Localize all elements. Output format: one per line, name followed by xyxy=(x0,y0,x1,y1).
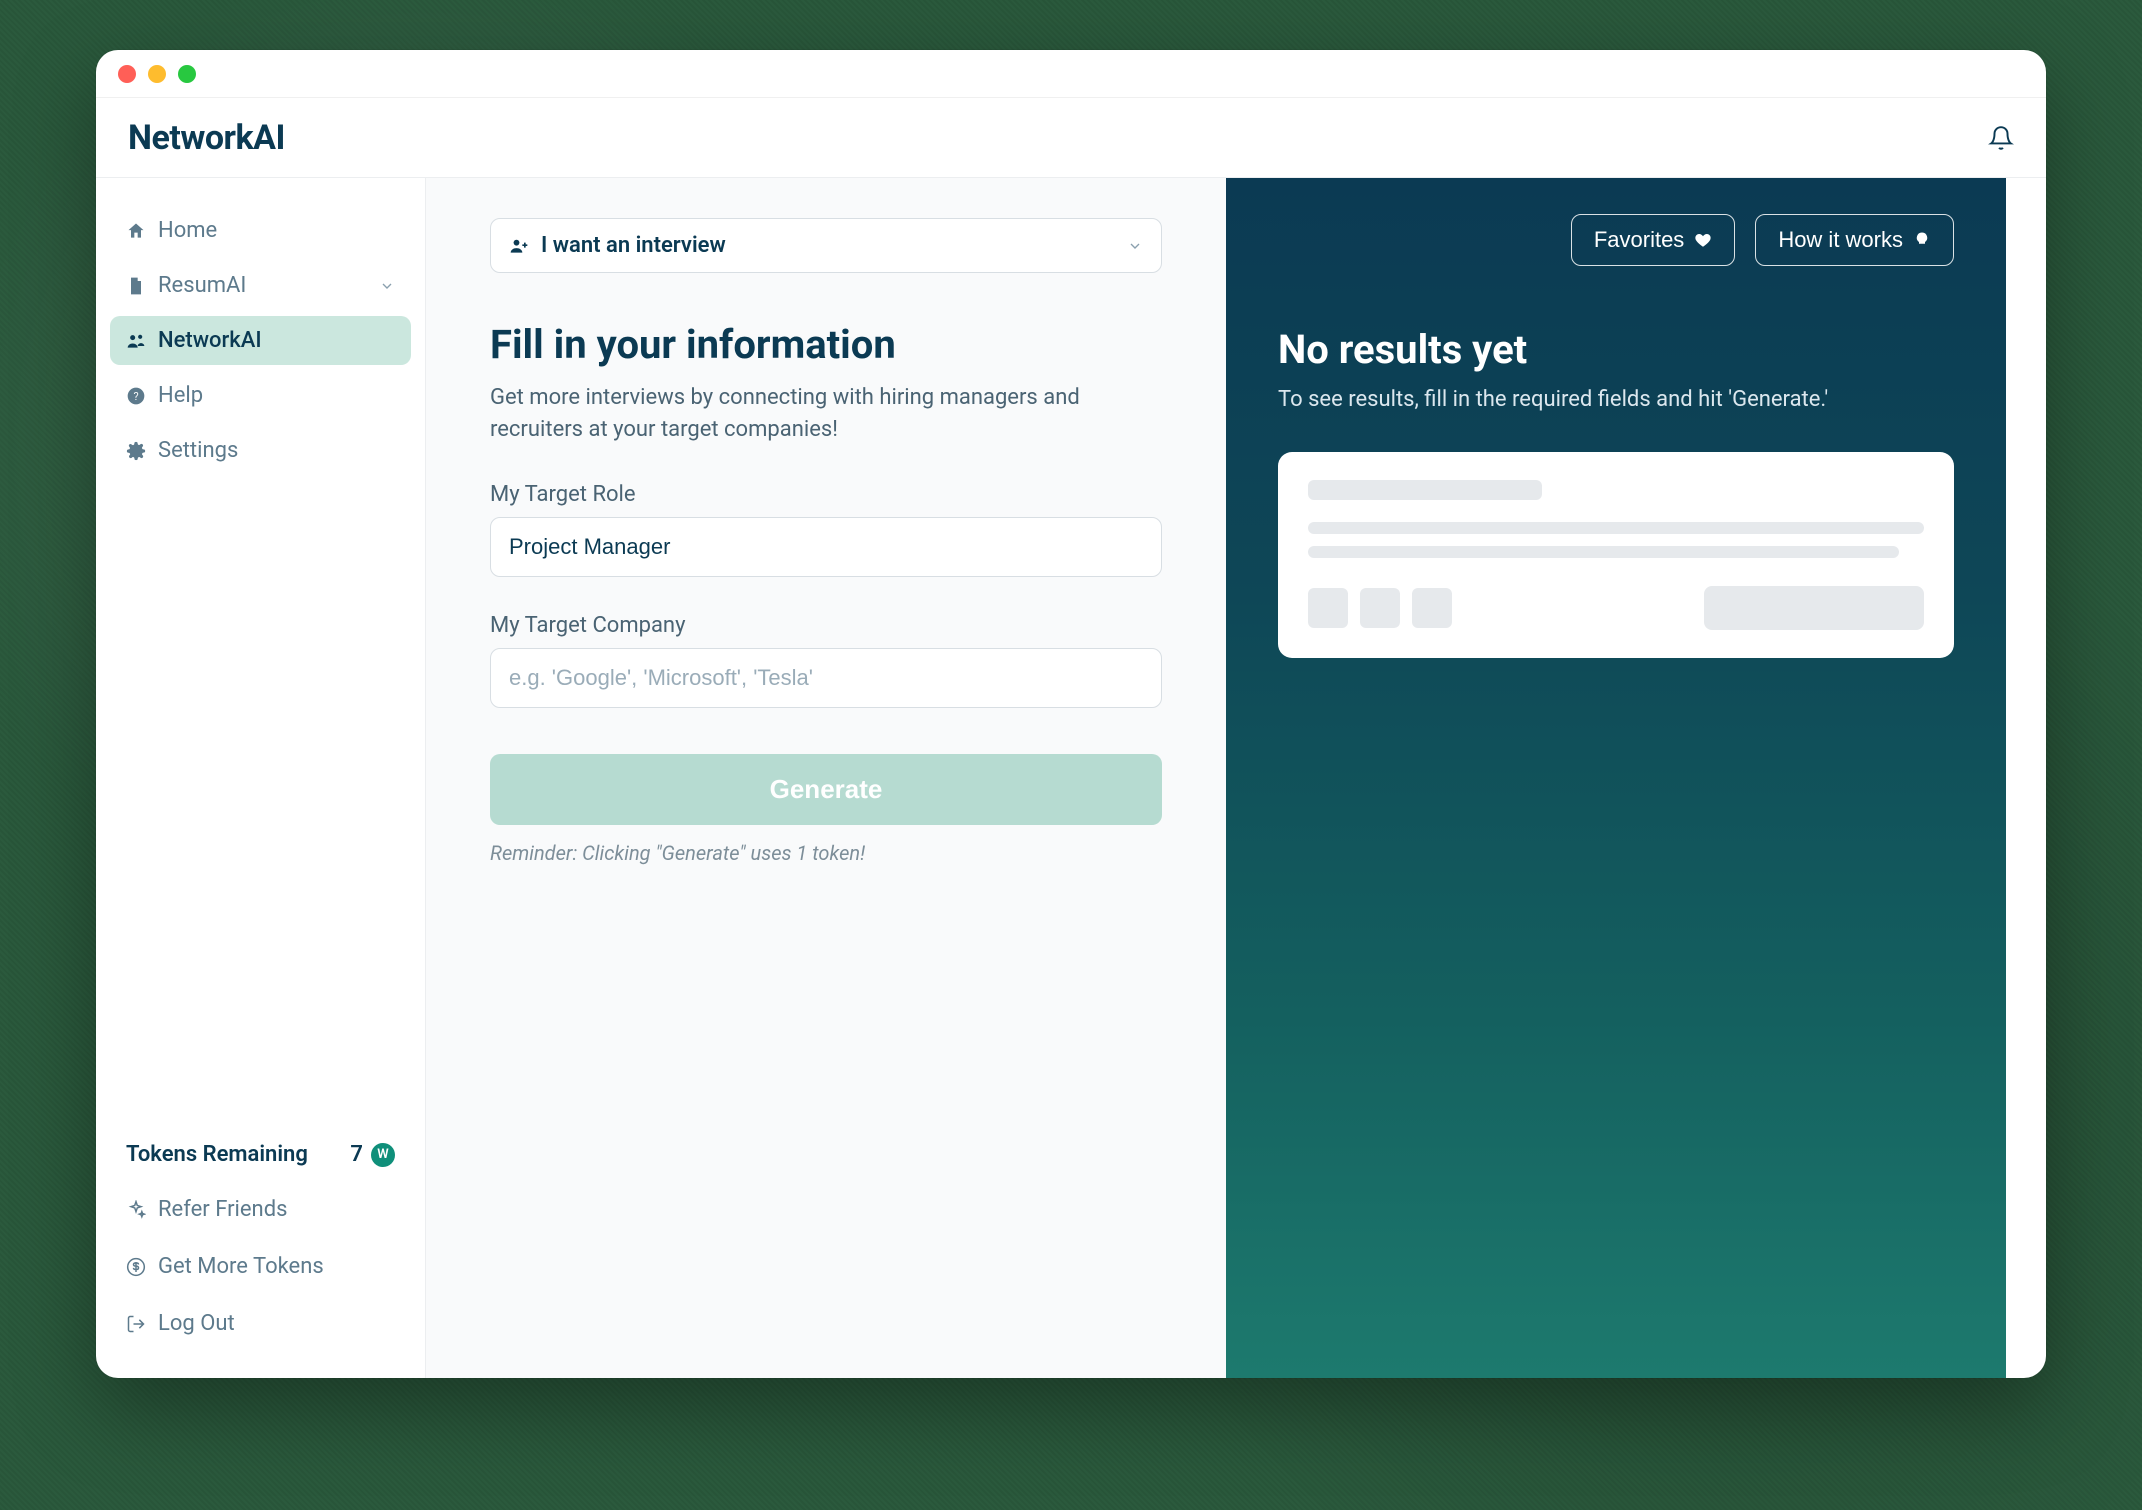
sidebar-item-resumai[interactable]: ResumAI xyxy=(110,261,411,310)
form-panel: I want an interview Fill in your informa… xyxy=(426,178,1226,1378)
lightbulb-icon xyxy=(1913,231,1931,249)
placeholder-line xyxy=(1308,480,1542,500)
topbar: NetworkAI xyxy=(96,98,2046,178)
tokens-remaining: Tokens Remaining 7 W xyxy=(110,1132,411,1177)
brand-logo: NetworkAI xyxy=(128,118,285,158)
placeholder-square xyxy=(1360,588,1400,628)
goal-select-label: I want an interview xyxy=(541,233,726,258)
favorites-label: Favorites xyxy=(1594,227,1684,253)
placeholder-line xyxy=(1308,522,1924,534)
log-out-link[interactable]: Log Out xyxy=(110,1299,411,1348)
placeholder-square xyxy=(1412,588,1452,628)
target-company-label: My Target Company xyxy=(490,613,1162,638)
chevron-down-icon xyxy=(1127,238,1143,254)
window-maximize-button[interactable] xyxy=(178,65,196,83)
gear-icon xyxy=(126,441,146,461)
sidebar-item-label: ResumAI xyxy=(158,273,246,298)
window-titlebar xyxy=(96,50,2046,98)
favorites-button[interactable]: Favorites xyxy=(1571,214,1735,266)
sidebar-nav: Home ResumAI NetworkAI ? Help xyxy=(110,206,411,475)
person-plus-icon xyxy=(509,236,529,256)
results-actions: Favorites How it works xyxy=(1278,214,1954,266)
get-more-tokens-link[interactable]: Get More Tokens xyxy=(110,1242,411,1291)
form-title: Fill in your information xyxy=(490,321,1162,368)
tokens-count: 7 xyxy=(350,1142,363,1167)
svg-text:?: ? xyxy=(133,390,138,403)
home-icon xyxy=(126,221,146,241)
help-icon: ? xyxy=(126,386,146,406)
how-it-works-button[interactable]: How it works xyxy=(1755,214,1954,266)
placeholder-line xyxy=(1308,546,1899,558)
logout-icon xyxy=(126,1314,146,1334)
dollar-icon xyxy=(126,1257,146,1277)
target-company-field: My Target Company xyxy=(490,613,1162,708)
sidebar-footer: Tokens Remaining 7 W Refer Friends Get M… xyxy=(110,1132,411,1348)
target-role-input[interactable] xyxy=(490,517,1162,577)
chevron-down-icon xyxy=(379,278,395,294)
sidebar-item-label: Help xyxy=(158,383,203,408)
window-close-button[interactable] xyxy=(118,65,136,83)
window-traffic-lights xyxy=(118,65,196,83)
sidebar-item-help[interactable]: ? Help xyxy=(110,371,411,420)
footer-item-label: Refer Friends xyxy=(158,1197,287,1222)
target-role-label: My Target Role xyxy=(490,482,1162,507)
form-subtitle: Get more interviews by connecting with h… xyxy=(490,382,1110,446)
notifications-icon[interactable] xyxy=(1988,125,2014,151)
target-role-field: My Target Role xyxy=(490,482,1162,577)
placeholder-button xyxy=(1704,586,1924,630)
generate-button[interactable]: Generate xyxy=(490,754,1162,825)
people-icon xyxy=(126,331,146,351)
sidebar-item-label: Settings xyxy=(158,438,238,463)
sidebar-item-home[interactable]: Home xyxy=(110,206,411,255)
token-badge-icon: W xyxy=(371,1143,395,1167)
footer-item-label: Get More Tokens xyxy=(158,1254,324,1279)
results-subtitle: To see results, fill in the required fie… xyxy=(1278,387,1954,412)
sparkle-icon xyxy=(126,1200,146,1220)
refer-friends-link[interactable]: Refer Friends xyxy=(110,1185,411,1234)
sidebar-item-label: NetworkAI xyxy=(158,328,262,353)
how-it-works-label: How it works xyxy=(1778,227,1903,253)
sidebar: Home ResumAI NetworkAI ? Help xyxy=(96,178,426,1378)
window-minimize-button[interactable] xyxy=(148,65,166,83)
document-icon xyxy=(126,276,146,296)
goal-select[interactable]: I want an interview xyxy=(490,218,1162,273)
app-window: NetworkAI Home ResumAI Networ xyxy=(96,50,2046,1378)
app-body: Home ResumAI NetworkAI ? Help xyxy=(96,178,2046,1378)
results-title: No results yet xyxy=(1278,326,1954,373)
heart-icon xyxy=(1694,231,1712,249)
sidebar-item-label: Home xyxy=(158,218,217,243)
sidebar-item-networkai[interactable]: NetworkAI xyxy=(110,316,411,365)
target-company-input[interactable] xyxy=(490,648,1162,708)
results-placeholder-card xyxy=(1278,452,1954,658)
token-reminder: Reminder: Clicking "Generate" uses 1 tok… xyxy=(490,841,1162,865)
footer-item-label: Log Out xyxy=(158,1311,235,1336)
sidebar-item-settings[interactable]: Settings xyxy=(110,426,411,475)
tokens-label: Tokens Remaining xyxy=(126,1142,308,1167)
results-panel: Favorites How it works No results yet To… xyxy=(1226,178,2006,1378)
placeholder-square xyxy=(1308,588,1348,628)
